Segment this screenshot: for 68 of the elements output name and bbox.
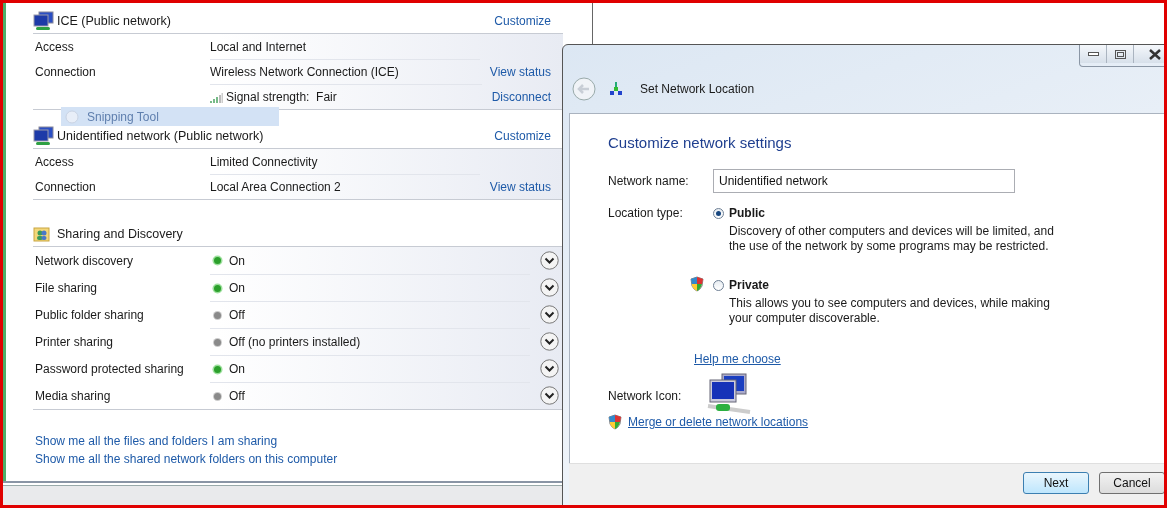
shield-icon <box>608 414 622 430</box>
setting-status: Off <box>229 308 245 322</box>
row-value: Wireless Network Connection (ICE) <box>210 65 399 79</box>
option-description: Discovery of other computers and devices will be limited, and the use of the network by some programs may be restricted. <box>729 224 1055 254</box>
row-label: Access <box>35 154 74 169</box>
action-link[interactable]: View status <box>489 64 551 79</box>
network-title: ICE (Public network) <box>57 14 171 28</box>
row-label: Connection <box>35 64 96 79</box>
network-computers-icon <box>706 372 753 414</box>
dialog-button[interactable]: Next <box>1023 472 1089 494</box>
row-value: Local Area Connection 2 <box>210 180 341 194</box>
setting-status: Off (no printers installed) <box>229 335 361 349</box>
radio-button[interactable] <box>713 207 724 219</box>
expand-chevron-icon[interactable] <box>540 305 559 324</box>
row-label: Connection <box>35 179 96 194</box>
expand-chevron-icon[interactable] <box>540 251 559 270</box>
field-label: Network Icon: <box>608 387 682 403</box>
setting-status: On <box>229 281 245 295</box>
close-button[interactable] <box>1133 45 1164 63</box>
network-icon <box>33 11 54 31</box>
maximize-button[interactable] <box>1106 45 1133 63</box>
link[interactable]: Show me all the shared network folders on this computer <box>35 452 563 466</box>
radio-button[interactable] <box>713 279 724 291</box>
dialog-button[interactable]: Cancel <box>1099 472 1164 494</box>
network-title: Unidentified network (Public network) <box>57 129 264 143</box>
expand-chevron-icon[interactable] <box>540 386 559 405</box>
expand-chevron-icon[interactable] <box>540 332 559 351</box>
section-title: Sharing and Discovery <box>57 227 183 241</box>
customize-link[interactable]: Customize <box>494 129 551 143</box>
setting-label: File sharing <box>35 280 98 295</box>
action-link[interactable]: Disconnect <box>491 89 551 104</box>
maximize-icon <box>1114 49 1126 59</box>
shield-icon <box>690 276 704 292</box>
expand-chevron-icon[interactable] <box>540 278 559 297</box>
close-icon <box>1149 48 1161 60</box>
dialog-title: Set Network Location <box>640 82 755 96</box>
row-value: Local and Internet <box>210 39 307 54</box>
signal-strength-icon <box>210 91 223 103</box>
network-name-field[interactable]: Unidentified network <box>713 169 1015 193</box>
row-label: Access <box>35 39 74 54</box>
merge-link[interactable]: Merge or delete network locations <box>628 415 809 429</box>
setting-label: Network discovery <box>35 253 134 268</box>
setting-status: Off <box>229 389 245 403</box>
signal-strength-text: Signal strength: Fair <box>226 90 337 104</box>
setting-label: Public folder sharing <box>35 307 144 322</box>
setting-label: Printer sharing <box>35 334 114 349</box>
setting-status: On <box>229 362 245 376</box>
customize-link[interactable]: Customize <box>494 14 551 28</box>
option-label[interactable]: Public <box>729 206 765 220</box>
network-icon <box>33 126 54 146</box>
setting-label: Password protected sharing <box>35 361 184 376</box>
help-link[interactable]: Help me choose <box>694 352 781 366</box>
option-description: This allows you to see computers and devices, while making your computer discoverable. <box>729 296 1051 326</box>
expand-chevron-icon[interactable] <box>540 359 559 378</box>
field-label: Location type: <box>608 205 684 220</box>
setting-label: Media sharing <box>35 388 111 403</box>
minimize-button[interactable] <box>1080 45 1106 63</box>
network-icon <box>609 82 623 96</box>
dialog-heading: Customize network settings <box>608 134 793 151</box>
action-link[interactable]: View status <box>489 179 551 194</box>
sharing-icon <box>33 226 50 242</box>
minimize-icon <box>1087 52 1099 56</box>
row-value: Limited Connectivity <box>210 154 318 169</box>
ghost-text: Snipping Tool <box>87 109 159 124</box>
setting-status: On <box>229 253 245 268</box>
field-label: Network name: <box>608 173 690 188</box>
option-label[interactable]: Private <box>729 278 770 292</box>
link[interactable]: Show me all the files and folders I am sharing <box>35 434 563 448</box>
